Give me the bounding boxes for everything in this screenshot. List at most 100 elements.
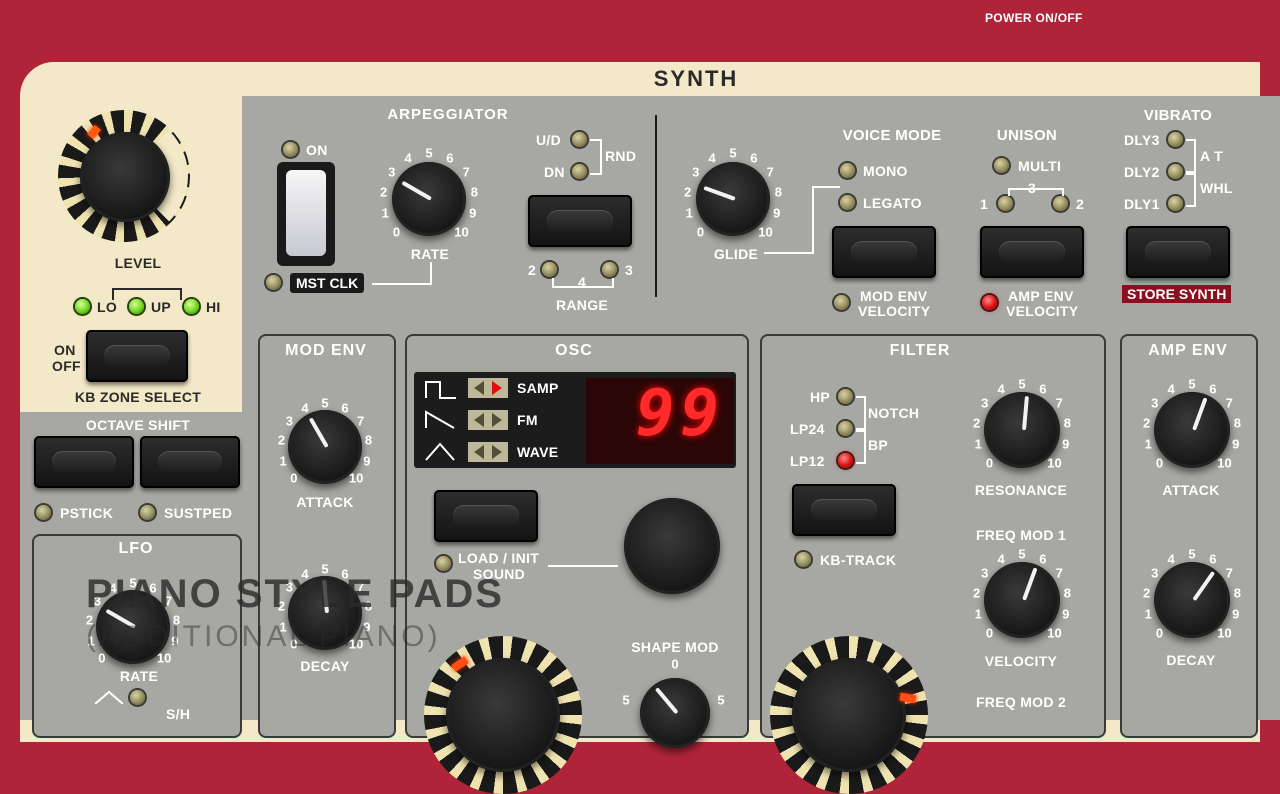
modenv-title: MOD ENV <box>285 342 367 359</box>
knob-scale-2-9: 9 <box>363 453 371 469</box>
overlay-subtitle: (ADDITIONAL PIANO) <box>86 620 441 653</box>
arp-on-button[interactable] <box>277 162 335 266</box>
lo-label: LO <box>97 299 118 315</box>
mstclk-label: MST CLK <box>290 273 365 293</box>
dly1-label: DLY1 <box>1124 196 1160 212</box>
dly3-led <box>1168 132 1183 147</box>
knob-scale-4-10: 10 <box>1047 455 1062 471</box>
fm1-label: FREQ MOD 1 <box>975 527 1067 543</box>
osc-title: OSC <box>555 342 593 359</box>
vibrato-button[interactable] <box>1126 226 1230 278</box>
octave-up-button[interactable] <box>140 436 240 488</box>
lfo-title: LFO <box>118 540 154 557</box>
knob-scale-5-0: 0 <box>985 625 994 641</box>
knob-scale-4-2: 2 <box>972 415 981 431</box>
dly2-led <box>1168 164 1183 179</box>
filter-title: FILTER <box>889 342 951 359</box>
filter-cutoff-knob[interactable] <box>792 658 906 772</box>
knob-scale-1-6: 6 <box>750 150 758 166</box>
arp-mode-button[interactable] <box>528 195 632 247</box>
knob-scale-4-6: 6 <box>1039 381 1047 397</box>
modenv-vel-led <box>834 295 849 310</box>
knob-scale-0-5: 5 <box>425 145 433 161</box>
legato-label: LEGATO <box>863 195 922 211</box>
filter-bracket-bottom <box>856 428 866 464</box>
knob-scale-2-2: 2 <box>277 432 286 448</box>
knob-scale-1-5: 5 <box>729 145 737 161</box>
kbtrack-led <box>796 552 811 567</box>
glide-label: GLIDE <box>713 246 759 262</box>
mono-label: MONO <box>863 163 908 179</box>
knob-scale-4-3: 3 <box>981 395 989 411</box>
octave-down-button[interactable] <box>34 436 134 488</box>
kb-zone-button[interactable] <box>86 330 188 382</box>
knob-scale-6-6: 6 <box>1209 381 1217 397</box>
lo-led <box>75 299 90 314</box>
knob-scale-0-6: 6 <box>446 150 454 166</box>
osc-display-value: 99 <box>636 377 726 451</box>
knob-scale-4-0: 0 <box>985 455 994 471</box>
mstclk-line <box>372 283 432 285</box>
osc-samp-icon <box>424 378 458 400</box>
knob-scale-6-3: 3 <box>1151 395 1159 411</box>
knob-scale-7-10: 10 <box>1217 625 1232 641</box>
unison-3-label: 3 <box>1027 180 1037 196</box>
osc-wave-label: WAVE <box>517 444 559 460</box>
knob-scale-0-10: 10 <box>454 224 469 240</box>
glide-line-v <box>812 186 814 254</box>
osc-big-knob[interactable] <box>446 658 560 772</box>
osc-encoder-knob[interactable] <box>624 498 720 594</box>
knob-scale-2-5: 5 <box>321 395 329 411</box>
knob-scale-7-0: 0 <box>1155 625 1164 641</box>
lp24-label: LP24 <box>790 421 825 437</box>
store-synth-button[interactable]: STORE SYNTH <box>1122 285 1232 303</box>
hi-led <box>184 299 199 314</box>
kb-zone-label: KB ZONE SELECT <box>74 389 202 405</box>
knob-scale-5-3: 3 <box>981 565 989 581</box>
knob-scale-0-9: 9 <box>469 205 477 221</box>
knob-scale-4-9: 9 <box>1062 436 1070 452</box>
sustped-label: SUSTPED <box>164 505 233 521</box>
knob-scale-2-3: 3 <box>285 413 294 429</box>
vibrato-title: VIBRATO <box>1143 107 1213 124</box>
filter-type-button[interactable] <box>792 484 896 536</box>
osc-select-button[interactable] <box>434 490 538 542</box>
dly3-label: DLY3 <box>1124 132 1160 148</box>
knob-scale-1-10: 10 <box>758 224 773 240</box>
osc-samp-label: SAMP <box>517 380 559 396</box>
kb-bracket <box>112 288 182 300</box>
knob-scale-4-4: 4 <box>997 381 1005 397</box>
knob-scale-2-8: 8 <box>364 432 373 448</box>
arp-on-led <box>283 142 298 157</box>
arp-r2-label: 2 <box>528 262 537 278</box>
multi-label: MULTI <box>1018 158 1062 174</box>
voice-mode-button[interactable] <box>832 226 936 278</box>
vibrato-whl-label: WHL <box>1200 180 1233 196</box>
overlay-title: PIANO STYLE PADS <box>86 572 504 616</box>
dly1-led <box>1168 196 1183 211</box>
shapemod-0: 0 <box>671 656 679 672</box>
voice-title: VOICE MODE <box>842 127 942 144</box>
osc-wave-icon <box>424 440 458 462</box>
arp-r4-label: 4 <box>577 274 587 290</box>
load-label-1: LOAD / INIT <box>458 550 540 566</box>
knob-scale-2-10: 10 <box>348 470 364 486</box>
shapemod-knob[interactable] <box>640 678 710 748</box>
arp-r2-led <box>542 262 557 277</box>
osc-arrow-wave-icon <box>468 442 508 462</box>
mstclk-line-v <box>430 262 432 285</box>
knob-scale-6-4: 4 <box>1167 381 1175 397</box>
knob-scale-1-4: 4 <box>708 150 716 166</box>
knob-scale-4-5: 5 <box>1018 376 1026 392</box>
unison-2-led <box>1053 196 1068 211</box>
knob-scale-7-4: 4 <box>1167 551 1175 567</box>
arp-ud-label: U/D <box>536 132 562 148</box>
arp-dn-label: DN <box>544 164 565 180</box>
arp-divider <box>655 115 657 297</box>
unison-button[interactable] <box>980 226 1084 278</box>
glide-line <box>764 252 814 254</box>
level-knob[interactable] <box>80 132 170 222</box>
ampenv-attack-label: ATTACK <box>1162 482 1220 498</box>
knob-scale-5-9: 9 <box>1062 606 1070 622</box>
dly2-label: DLY2 <box>1124 164 1160 180</box>
